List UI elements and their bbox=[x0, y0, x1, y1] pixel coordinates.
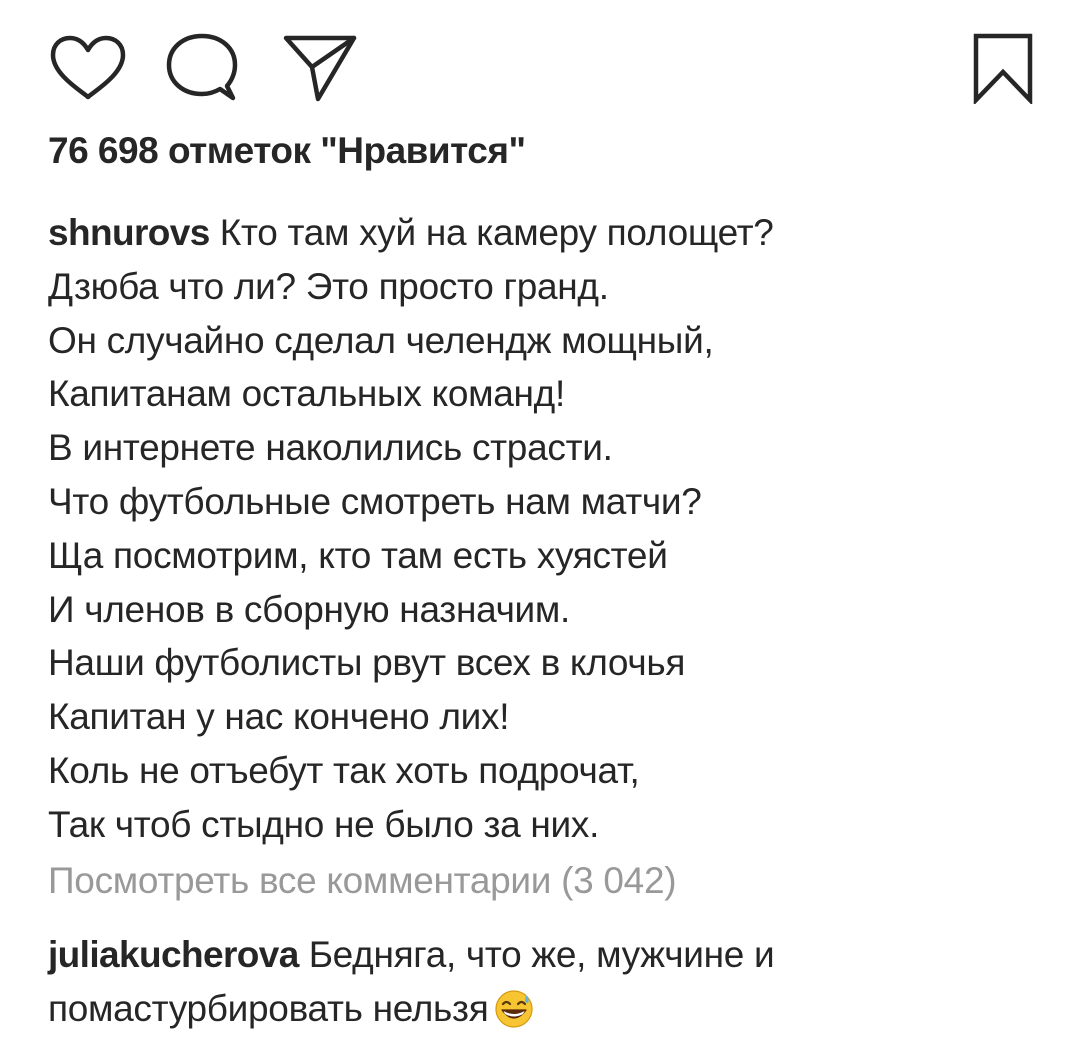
caption-line: Коль не отъебут так хоть подрочат, bbox=[48, 749, 640, 791]
caption-line: shnurovs Кто там хуй на камеру полощет? bbox=[48, 206, 1048, 260]
caption-line: Капитан у нас кончено лих! bbox=[48, 696, 510, 738]
caption-line: Что футбольные смотреть нам матчи? bbox=[48, 480, 702, 522]
caption-username[interactable]: shnurovs bbox=[48, 212, 210, 253]
comment-icon bbox=[166, 33, 238, 100]
caption-line: Дзюба что ли? Это просто гранд. bbox=[48, 265, 609, 307]
view-all-comments-link[interactable]: Посмотреть все комментарии (3 042) bbox=[48, 860, 677, 902]
comment-username[interactable]: juliakucherova bbox=[48, 934, 299, 975]
caption-line: В интернете наколились страсти. bbox=[48, 427, 613, 469]
share-button[interactable] bbox=[280, 30, 360, 105]
likes-count[interactable]: 76 698 отметок "Нравится" bbox=[48, 130, 526, 172]
caption-line: Наши футболисты рвут всех в клочья bbox=[48, 642, 686, 684]
grinning-face-with-sweat-icon bbox=[494, 989, 534, 1044]
save-bookmark-button[interactable] bbox=[968, 30, 1038, 105]
like-button[interactable] bbox=[48, 30, 128, 105]
comment-item: juliakucherova Бедняга, что же, мужчине … bbox=[48, 928, 1048, 1044]
post-action-bar bbox=[48, 30, 1038, 105]
comment-text: помастурбировать нельзя bbox=[48, 988, 489, 1029]
caption-line: И членов в сборную назначим. bbox=[48, 588, 571, 630]
comment-line: помастурбировать нельзя bbox=[48, 982, 1048, 1044]
post-caption: shnurovs Кто там хуй на камеру полощет? … bbox=[48, 206, 1048, 852]
bookmark-icon bbox=[973, 33, 1033, 104]
caption-text: Кто там хуй на камеру полощет? bbox=[219, 212, 774, 253]
heart-icon bbox=[50, 35, 126, 99]
comment-text: Бедняга, что же, мужчине и bbox=[308, 934, 775, 975]
caption-line: Ща посмотрим, кто там есть хуястей bbox=[48, 534, 668, 576]
caption-line: Он случайно сделал челендж мощный, bbox=[48, 319, 714, 361]
comment-line: juliakucherova Бедняга, что же, мужчине … bbox=[48, 928, 1048, 982]
caption-line: Капитанам остальных команд! bbox=[48, 373, 565, 415]
caption-line: Так чтоб стыдно не было за них. bbox=[48, 803, 600, 845]
paper-plane-icon bbox=[283, 35, 357, 101]
comment-button[interactable] bbox=[162, 30, 242, 105]
